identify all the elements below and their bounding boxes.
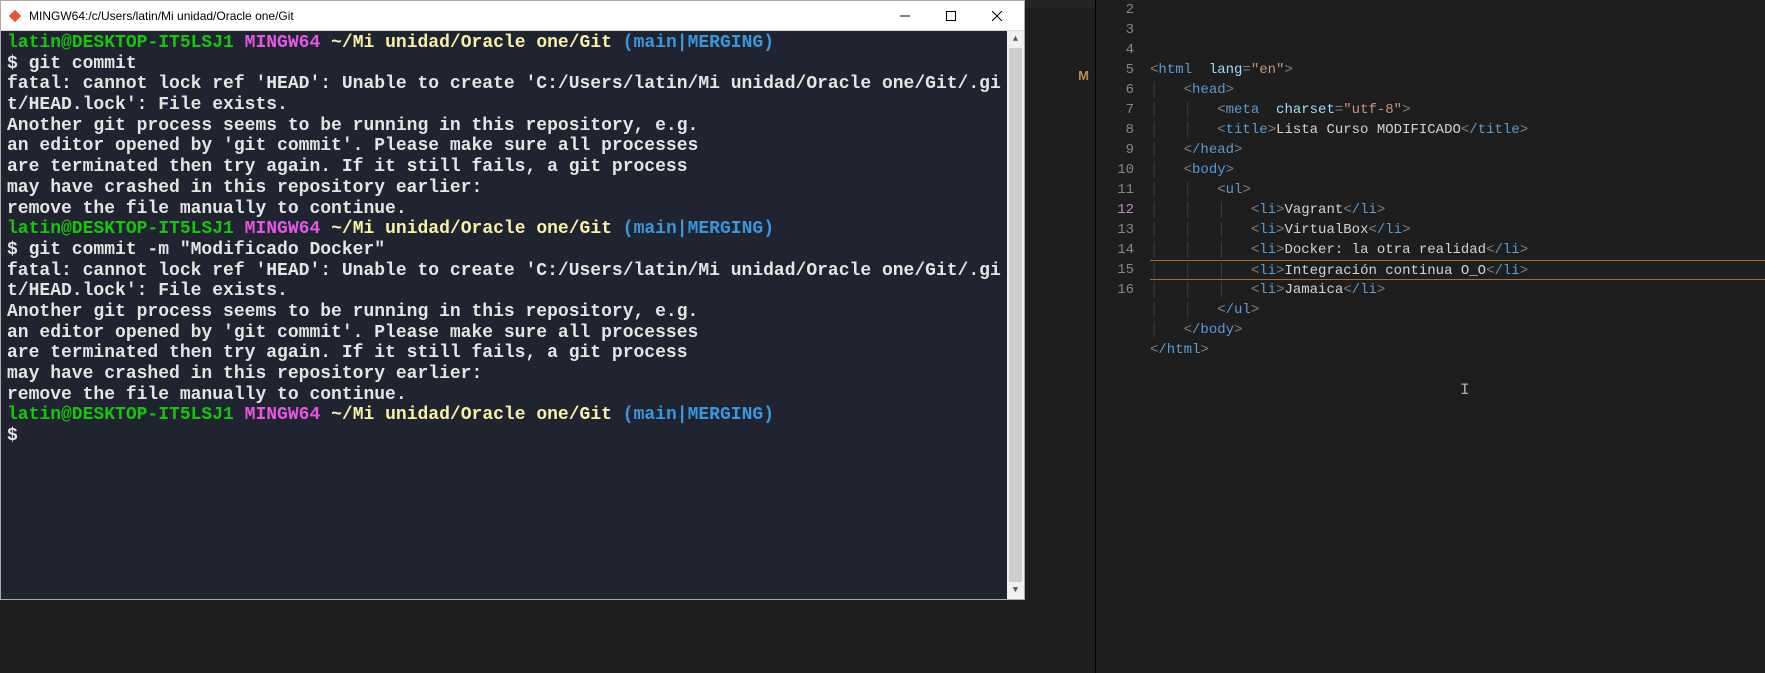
code-editor[interactable]: 2345678910111213141516 I <html lang="en"… bbox=[1095, 0, 1765, 673]
close-button[interactable] bbox=[974, 1, 1020, 31]
terminal-output-line: fatal: cannot lock ref 'HEAD': Unable to… bbox=[7, 261, 1020, 302]
line-number: 11 bbox=[1096, 180, 1134, 200]
app-icon bbox=[7, 8, 23, 24]
terminal-window: MINGW64:/c/Users/latin/Mi unidad/Oracle … bbox=[0, 0, 1025, 600]
line-number-gutter: 2345678910111213141516 bbox=[1096, 0, 1150, 673]
line-number: 10 bbox=[1096, 160, 1134, 180]
line-number: 4 bbox=[1096, 40, 1134, 60]
code-line[interactable]: │ <body> bbox=[1150, 160, 1765, 180]
code-line[interactable]: │ │ <ul> bbox=[1150, 180, 1765, 200]
line-number: 14 bbox=[1096, 240, 1134, 260]
terminal-output-line: may have crashed in this repository earl… bbox=[7, 364, 1020, 385]
terminal-output-line: Another git process seems to be running … bbox=[7, 302, 1020, 323]
code-line[interactable]: │ │ │ <li>Vagrant</li> bbox=[1150, 200, 1765, 220]
code-line[interactable]: │ │ │ <li>Jamaica</li> bbox=[1150, 280, 1765, 300]
terminal-output-line: may have crashed in this repository earl… bbox=[7, 178, 1020, 199]
code-line[interactable]: │ │ <title>Lista Curso MODIFICADO</title… bbox=[1150, 120, 1765, 140]
terminal-prompt-line: latin@DESKTOP-IT5LSJ1 MINGW64 ~/Mi unida… bbox=[7, 33, 1020, 54]
code-line[interactable]: │ │ │ <li>Integración continua O_O</li> bbox=[1150, 260, 1765, 280]
window-titlebar[interactable]: MINGW64:/c/Users/latin/Mi unidad/Oracle … bbox=[1, 1, 1024, 31]
terminal-prompt-line: latin@DESKTOP-IT5LSJ1 MINGW64 ~/Mi unida… bbox=[7, 405, 1020, 426]
terminal-output-line: Another git process seems to be running … bbox=[7, 116, 1020, 137]
line-number: 15 bbox=[1096, 260, 1134, 280]
scroll-up-icon[interactable]: ▲ bbox=[1007, 31, 1024, 48]
line-number: 12 bbox=[1096, 200, 1134, 220]
code-line[interactable]: │ │ <meta charset="utf-8"> bbox=[1150, 100, 1765, 120]
line-number: 7 bbox=[1096, 100, 1134, 120]
code-line[interactable]: <html lang="en"> bbox=[1150, 60, 1765, 80]
terminal-prompt-line: latin@DESKTOP-IT5LSJ1 MINGW64 ~/Mi unida… bbox=[7, 219, 1020, 240]
window-controls bbox=[882, 1, 1020, 31]
code-line[interactable]: │ </head> bbox=[1150, 140, 1765, 160]
line-number: 3 bbox=[1096, 20, 1134, 40]
code-area[interactable]: I <html lang="en">│ <head>│ │ <meta char… bbox=[1150, 0, 1765, 673]
maximize-button[interactable] bbox=[928, 1, 974, 31]
terminal-current-prompt[interactable]: $ bbox=[7, 426, 1020, 447]
terminal-output-line: $ git commit bbox=[7, 54, 1020, 75]
terminal-body[interactable]: latin@DESKTOP-IT5LSJ1 MINGW64 ~/Mi unida… bbox=[1, 31, 1024, 599]
code-line[interactable]: │ │ │ <li>VirtualBox</li> bbox=[1150, 220, 1765, 240]
editor-gutter-strip: M bbox=[1025, 0, 1095, 673]
terminal-output-line: an editor opened by 'git commit'. Please… bbox=[7, 323, 1020, 344]
minimize-button[interactable] bbox=[882, 1, 928, 31]
code-line[interactable]: │ </body> bbox=[1150, 320, 1765, 340]
terminal-output-line: are terminated then try again. If it sti… bbox=[7, 343, 1020, 364]
line-number: 16 bbox=[1096, 280, 1134, 300]
code-line[interactable]: │ │ </ul> bbox=[1150, 300, 1765, 320]
line-number: 9 bbox=[1096, 140, 1134, 160]
line-number: 8 bbox=[1096, 120, 1134, 140]
line-number: 6 bbox=[1096, 80, 1134, 100]
terminal-output-line: fatal: cannot lock ref 'HEAD': Unable to… bbox=[7, 74, 1020, 115]
tab-bar-fragment bbox=[1025, 0, 1095, 8]
terminal-output-line: an editor opened by 'git commit'. Please… bbox=[7, 136, 1020, 157]
window-title: MINGW64:/c/Users/latin/Mi unidad/Oracle … bbox=[29, 9, 882, 23]
terminal-output-line: remove the file manually to continue. bbox=[7, 385, 1020, 406]
scroll-track[interactable] bbox=[1007, 48, 1024, 582]
line-number: 13 bbox=[1096, 220, 1134, 240]
terminal-output-line: remove the file manually to continue. bbox=[7, 199, 1020, 220]
text-cursor-icon: I bbox=[1460, 380, 1470, 400]
code-line[interactable]: │ <head> bbox=[1150, 80, 1765, 100]
line-number: 2 bbox=[1096, 0, 1134, 20]
scroll-down-icon[interactable]: ▼ bbox=[1007, 582, 1024, 599]
code-line[interactable]: │ │ │ <li>Docker: la otra realidad</li> bbox=[1150, 240, 1765, 260]
terminal-output-line: $ git commit -m "Modificado Docker" bbox=[7, 240, 1020, 261]
terminal-scrollbar[interactable]: ▲ ▼ bbox=[1007, 31, 1024, 599]
scroll-thumb[interactable] bbox=[1009, 48, 1022, 582]
code-line[interactable]: </html> bbox=[1150, 340, 1765, 360]
line-number: 5 bbox=[1096, 60, 1134, 80]
git-modified-marker: M bbox=[1078, 68, 1089, 83]
terminal-output-line: are terminated then try again. If it sti… bbox=[7, 157, 1020, 178]
